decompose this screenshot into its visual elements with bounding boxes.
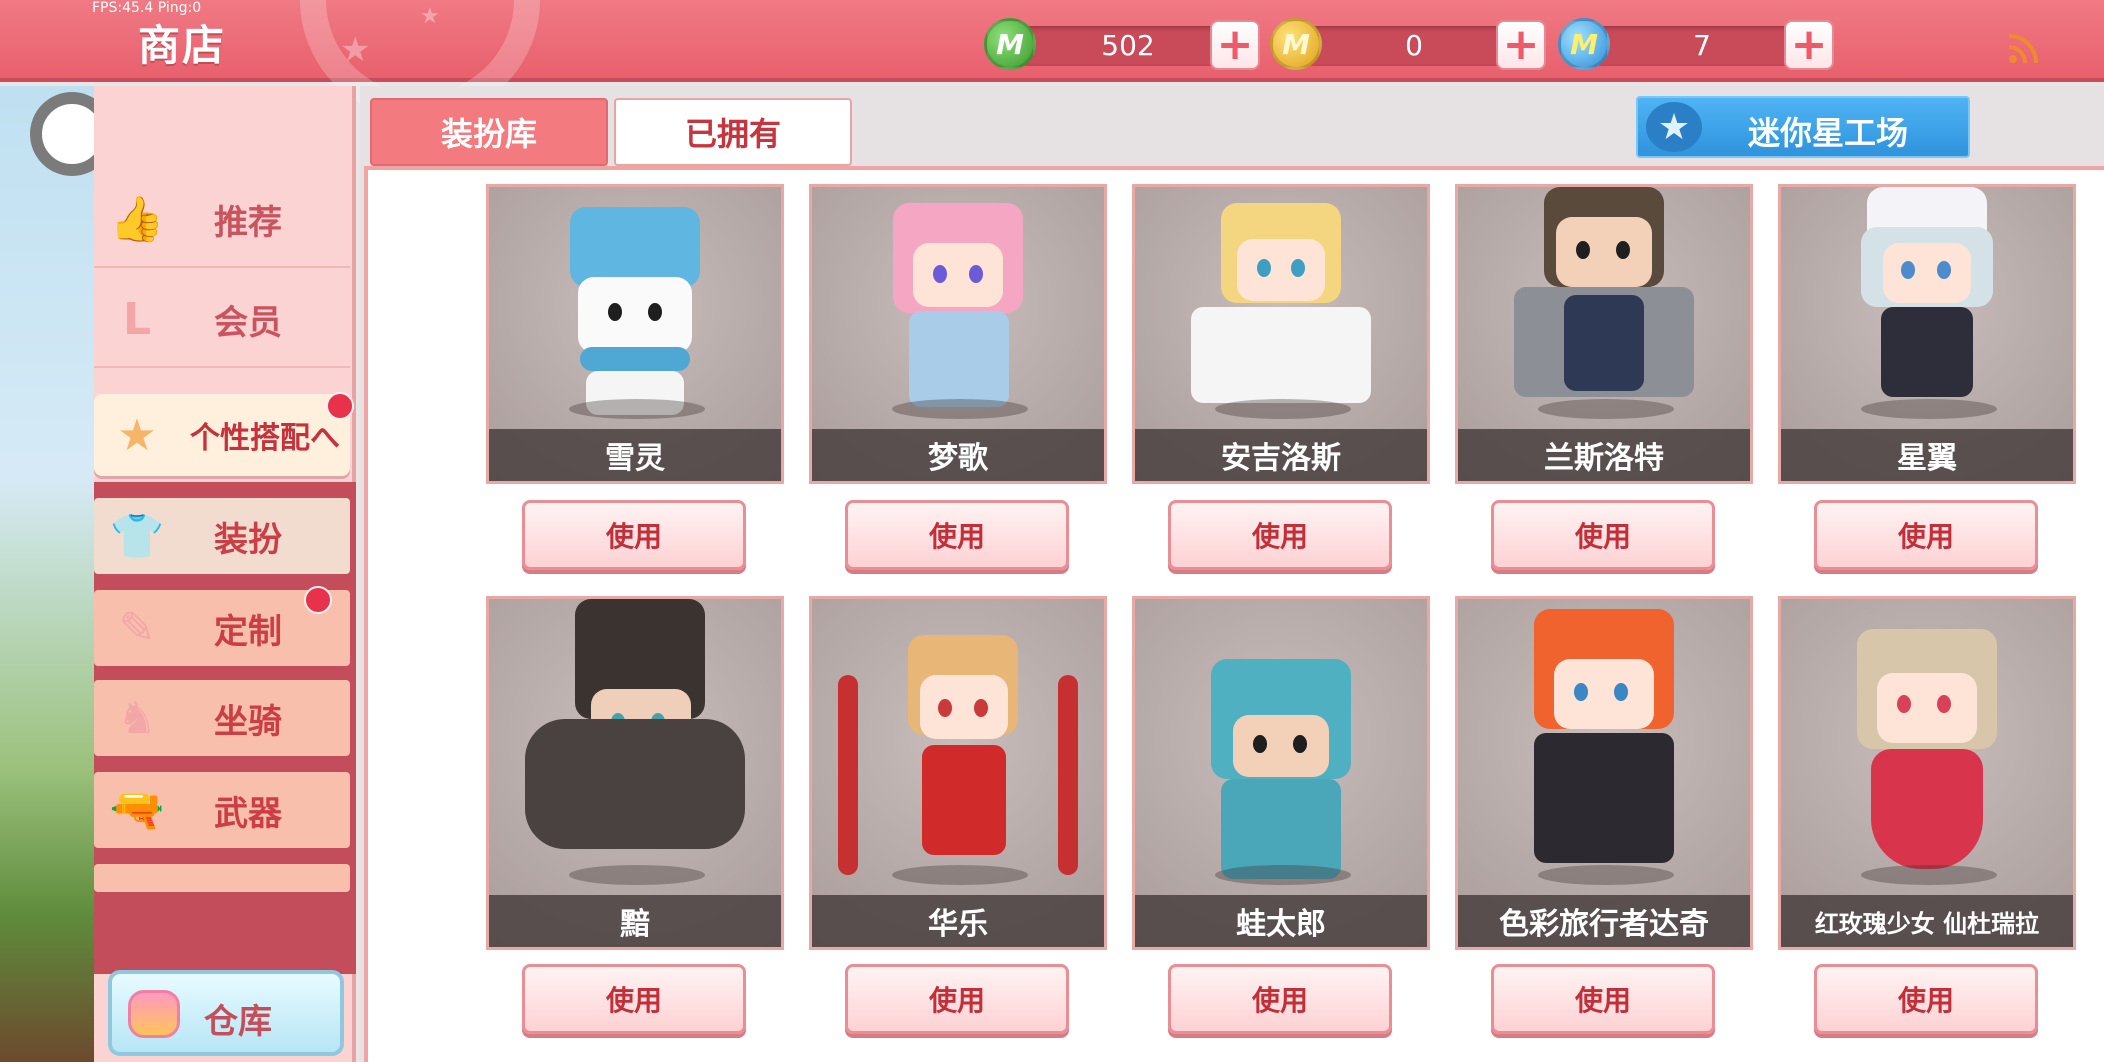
page-title: 商店 [138,21,227,70]
sidebar-item-label: 定制 [214,611,282,652]
sidebar-item-weapon[interactable]: 🔫 武器 [94,772,350,848]
racer-girl-figure [1837,187,2017,427]
storage-label: 仓库 [204,1002,272,1042]
workshop-label: 迷你星工场 [1748,114,1909,152]
outfit-card-color-traveler[interactable]: 色彩旅行者达奇 [1455,596,1753,950]
currency-value: 502 [1101,29,1155,62]
member-icon: L [122,293,152,345]
use-button[interactable]: 使用 [845,964,1069,1034]
outfit-card-dark[interactable]: 黯 [486,596,784,950]
sidebar-item-outfit-group[interactable]: ★ 个性搭配へ [94,394,350,476]
thumbs-up-icon: 👍 [109,194,165,245]
blue-mini-bean-icon: M [1558,18,1610,70]
frog-boy-figure [1181,619,1381,889]
sidebar-item-label: 武器 [214,793,282,834]
top-bar: ★ ★ FPS:45.4 Ping:0 商店 502 M + 0 M + 7 M… [0,0,2104,120]
sidebar-item-label: 会员 [214,302,282,343]
storage-chest-icon [128,990,180,1038]
sidebar-item-dress[interactable]: 👕 装扮 [94,498,350,574]
use-button[interactable]: 使用 [1491,964,1715,1034]
outfit-card-angelos[interactable]: 安吉洛斯 [1132,184,1430,484]
sidebar-item-label: 坐骑 [214,701,282,742]
character-name: 蛙太郎 [1135,895,1427,947]
weapon-girl-figure [838,635,1078,885]
character-name: 梦歌 [812,429,1104,481]
storage-button[interactable]: 仓库 [108,970,344,1056]
use-button[interactable]: 使用 [1168,964,1392,1034]
use-button[interactable]: 使用 [1491,500,1715,570]
knight-figure [1504,187,1704,427]
outfit-card-lancelot[interactable]: 兰斯洛特 [1455,184,1753,484]
use-button[interactable]: 使用 [522,964,746,1034]
notification-dot [326,392,354,420]
character-name: 星翼 [1781,429,2073,481]
character-name: 兰斯洛特 [1458,429,1750,481]
outfit-card-snow-spirit[interactable]: 雪灵 [486,184,784,484]
traveler-figure [1504,609,1704,889]
gold-m-coin-icon: M [1270,18,1322,70]
character-name: 红玫瑰少女 仙杜瑞拉 [1781,895,2073,947]
decorative-star-icon: ★ [340,30,371,70]
angel-figure [1191,203,1371,423]
outfit-card-red-rose-girl[interactable]: 红玫瑰少女 仙杜瑞拉 [1778,596,2076,950]
star-badge-icon: ★ [117,409,157,461]
use-button[interactable]: 使用 [1814,500,2038,570]
sidebar-item-mount[interactable]: ♞ 坐骑 [94,680,350,756]
mount-icon: ♞ [117,692,157,744]
use-button[interactable]: 使用 [1168,500,1392,570]
character-name: 安吉洛斯 [1135,429,1427,481]
gun-icon: 🔫 [109,785,165,836]
sidebar-item-label: 个性搭配へ [190,421,340,456]
outfit-card-hua-le[interactable]: 华乐 [809,596,1107,950]
outfit-card-frog-taro[interactable]: 蛙太郎 [1132,596,1430,950]
character-name: 黯 [489,895,781,947]
decorative-star-icon: ★ [420,4,440,29]
sidebar-item-label: 推荐 [214,202,282,243]
add-gold-coin-button[interactable]: + [1496,20,1546,70]
sidebar-item-recommend[interactable]: 👍 推荐 [94,172,350,268]
dark-warrior-figure [525,599,745,879]
scene-background [0,86,94,1062]
star-icon: ★ [1646,102,1702,152]
use-button[interactable]: 使用 [522,500,746,570]
pencil-icon: ✎ [118,602,156,654]
character-name: 色彩旅行者达奇 [1458,895,1750,947]
use-button[interactable]: 使用 [1814,964,2038,1034]
character-name: 华乐 [812,895,1104,947]
tab-dress-library[interactable]: 装扮库 [370,98,608,166]
currency-value: 0 [1405,29,1423,62]
character-name: 雪灵 [489,429,781,481]
tab-owned[interactable]: 已拥有 [614,98,852,166]
outfit-card-dream-song[interactable]: 梦歌 [809,184,1107,484]
rose-princess-figure [1827,629,2027,889]
sidebar: 👍 推荐 L 会员 ★ 个性搭配へ 👕 装扮 ✎ 定制 ♞ 坐骑 🔫 武器 仓库 [94,86,356,1062]
sidebar-item-partial [94,864,350,892]
currency-value: 7 [1693,29,1711,62]
sidebar-item-member[interactable]: L 会员 [94,272,350,368]
mini-workshop-button[interactable]: ★ 迷你星工场 [1636,96,1970,158]
green-mini-coin-icon: M [984,18,1036,70]
outfit-card-star-wing[interactable]: 星翼 [1778,184,2076,484]
notification-dot [304,586,332,614]
snowman-figure [560,207,710,417]
sidebar-item-label: 装扮 [214,519,282,560]
rss-feed-icon[interactable] [2006,30,2042,66]
pink-hair-girl-figure [873,203,1043,423]
use-button[interactable]: 使用 [845,500,1069,570]
add-green-coin-button[interactable]: + [1210,20,1260,70]
add-blue-bean-button[interactable]: + [1784,20,1834,70]
shirt-icon: 👕 [109,511,165,562]
